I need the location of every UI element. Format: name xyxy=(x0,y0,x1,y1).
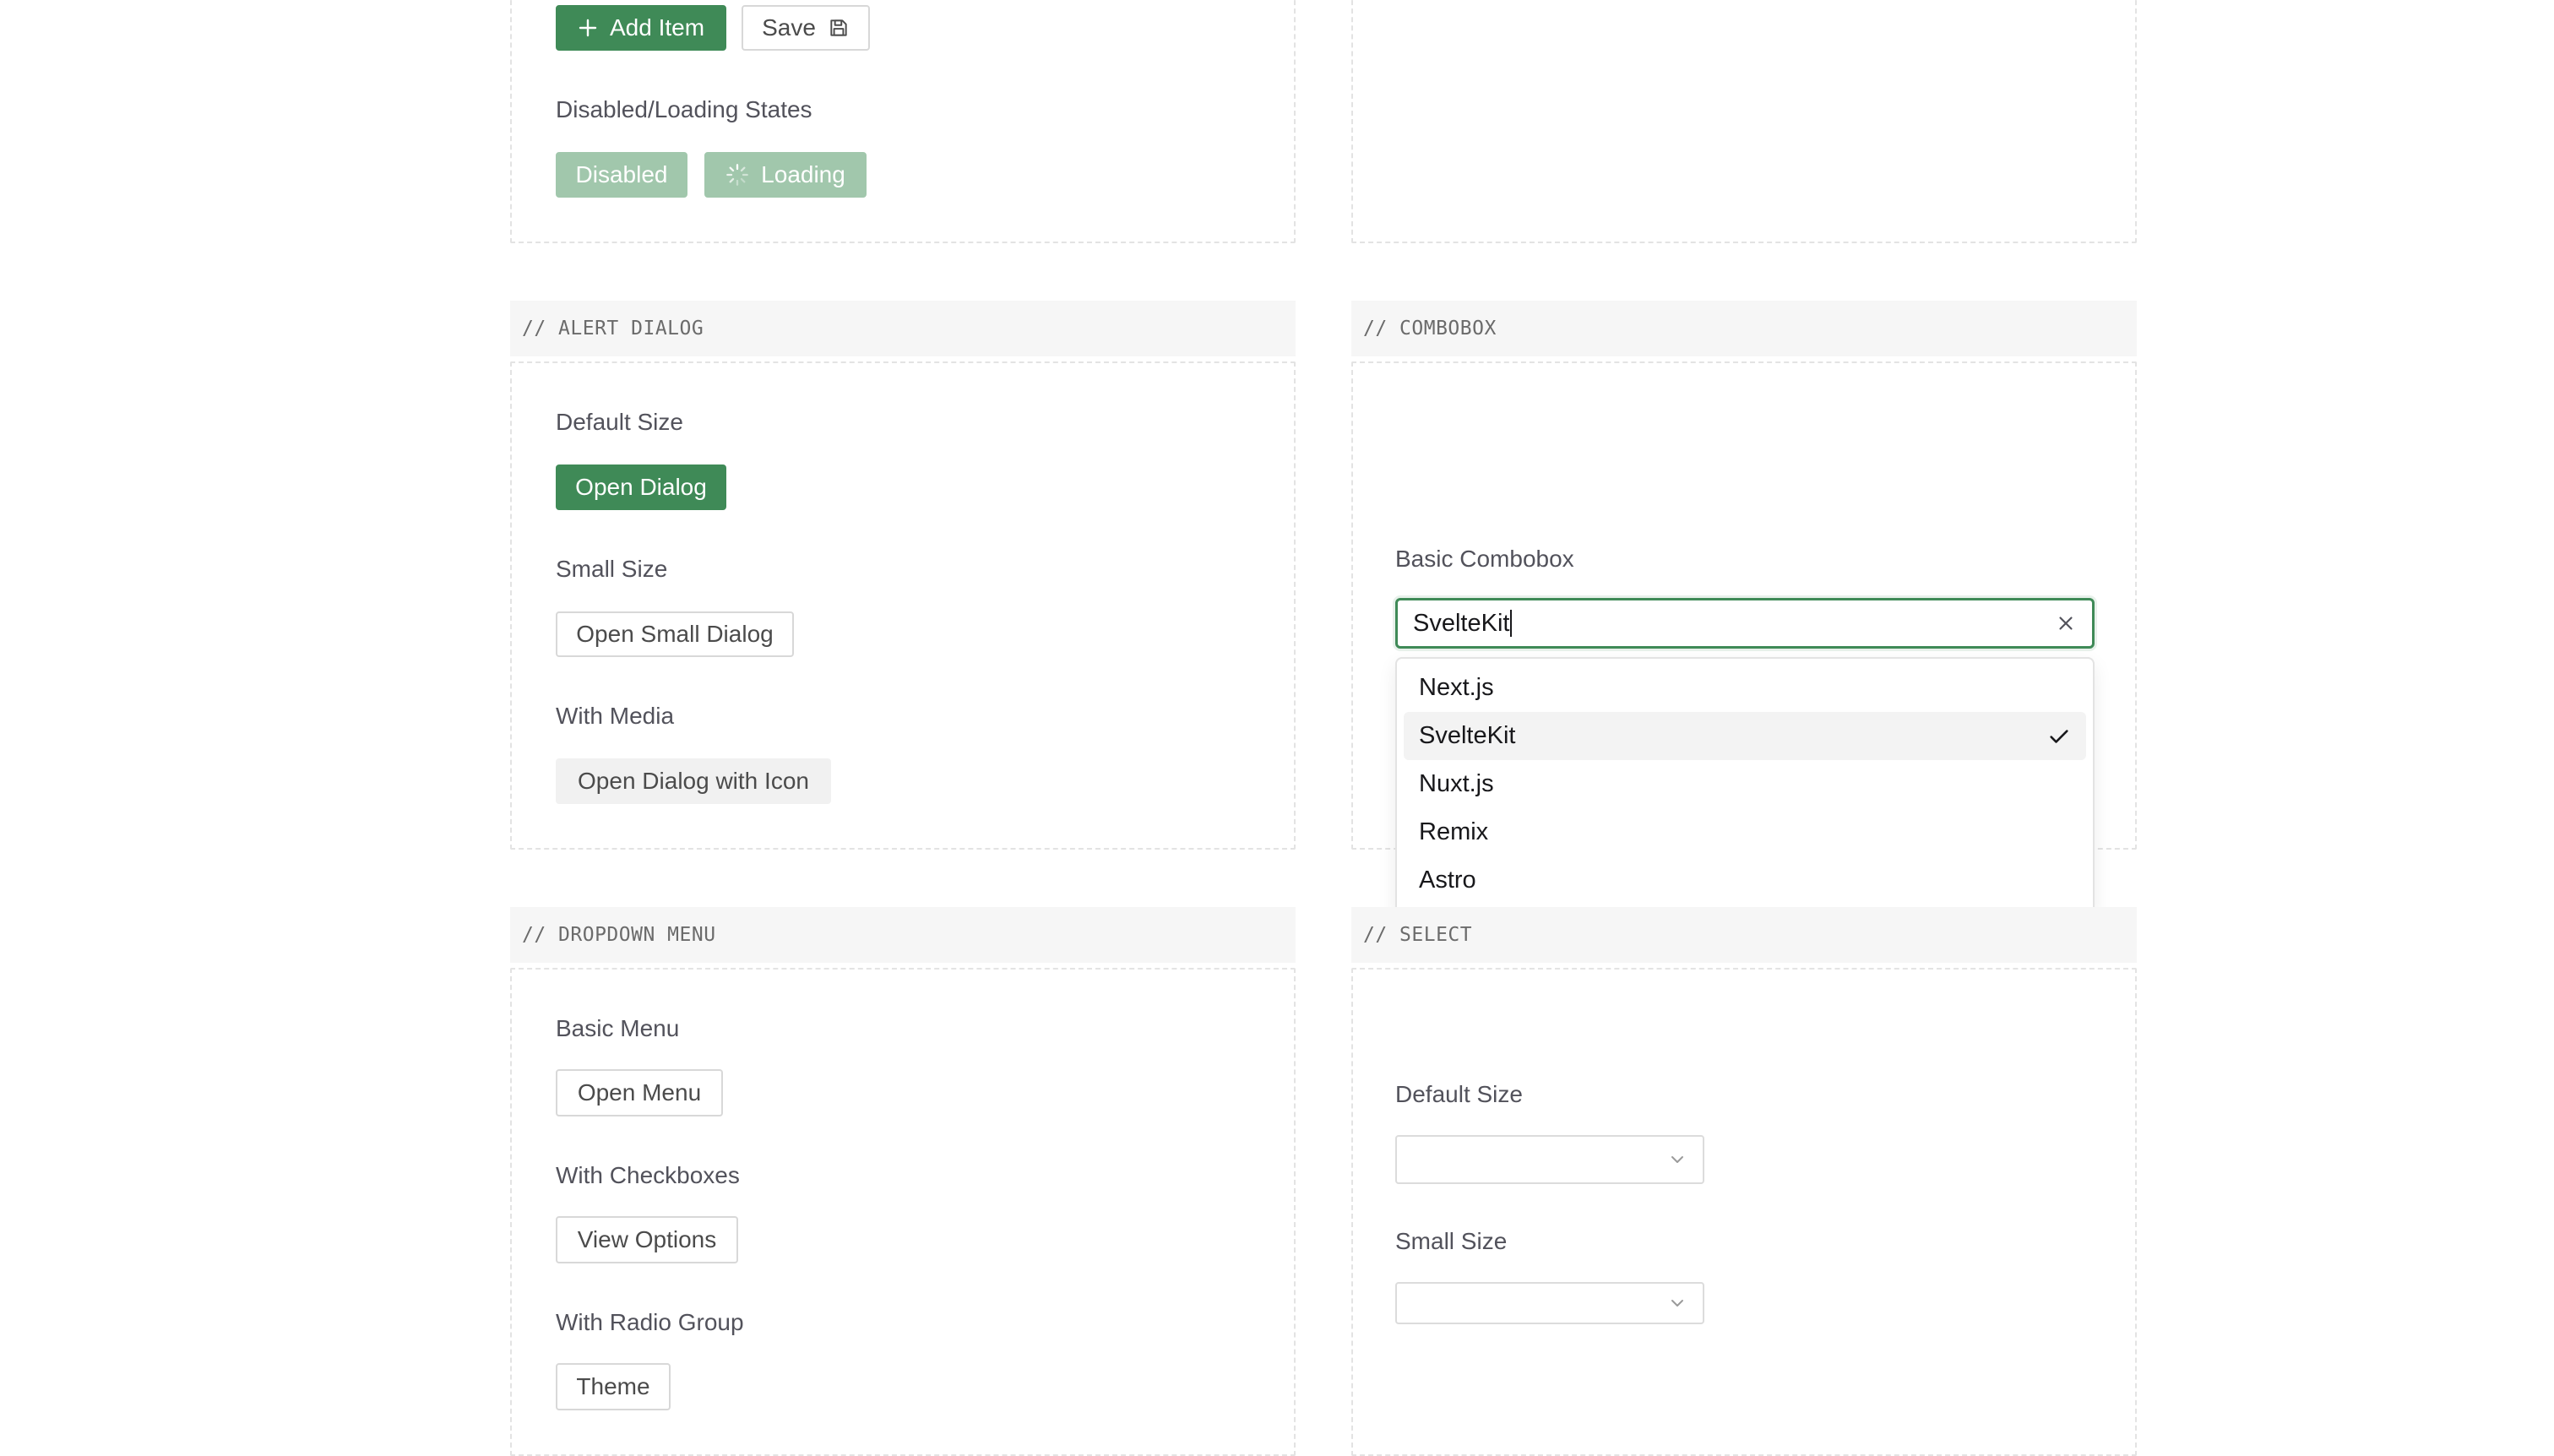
dropdown-menu-header: // DROPDOWN MENU xyxy=(510,907,1296,963)
chevron-down-icon xyxy=(1667,1293,1687,1313)
plus-icon xyxy=(578,18,598,38)
top-right-panel xyxy=(1351,0,2137,243)
open-dialog-with-icon-button[interactable]: Open Dialog with Icon xyxy=(556,758,831,804)
loading-label: Loading xyxy=(761,161,845,187)
small-select[interactable] xyxy=(1395,1282,1704,1324)
alert-small-size-label: Small Size xyxy=(556,556,668,582)
disabled-loading-label: Disabled/Loading States xyxy=(556,96,812,122)
view-options-button[interactable]: View Options xyxy=(556,1216,738,1263)
with-media-label: With Media xyxy=(556,703,675,729)
open-dialog-with-icon-label: Open Dialog with Icon xyxy=(578,768,809,794)
select-header: // SELECT xyxy=(1351,907,2137,963)
check-icon xyxy=(2047,725,2071,748)
option-label: Remix xyxy=(1419,818,1489,845)
combobox-option[interactable]: SvelteKit xyxy=(1404,712,2086,760)
open-menu-label: Open Menu xyxy=(577,1079,702,1106)
combobox-listbox: Next.js SvelteKit Nuxt.js Remix Astro xyxy=(1395,657,2095,919)
option-label: Nuxt.js xyxy=(1419,770,1494,797)
disabled-label: Disabled xyxy=(575,161,668,187)
with-checkboxes-label: With Checkboxes xyxy=(556,1162,740,1188)
theme-button[interactable]: Theme xyxy=(556,1363,671,1410)
combobox-input-value: SvelteKit xyxy=(1413,609,1510,637)
add-item-label: Add Item xyxy=(609,14,705,41)
with-radio-group-label: With Radio Group xyxy=(556,1309,744,1335)
alert-dialog-header: // ALERT DIALOG xyxy=(510,301,1296,356)
combobox-option[interactable]: Nuxt.js xyxy=(1404,760,2086,808)
clear-icon[interactable] xyxy=(2055,612,2077,634)
chevron-down-icon xyxy=(1667,1149,1687,1170)
loading-button: Loading xyxy=(704,152,867,198)
add-item-button[interactable]: Add Item xyxy=(556,5,726,51)
select-panel xyxy=(1351,968,2137,1456)
open-dialog-label: Open Dialog xyxy=(575,474,707,500)
theme-label: Theme xyxy=(576,1373,650,1399)
option-label: Astro xyxy=(1419,867,1476,894)
combobox-option[interactable]: Next.js xyxy=(1404,664,2086,712)
default-select[interactable] xyxy=(1395,1135,1704,1184)
open-small-dialog-button[interactable]: Open Small Dialog xyxy=(556,611,794,657)
disabled-button: Disabled xyxy=(556,152,687,198)
basic-menu-label: Basic Menu xyxy=(556,1015,680,1041)
combobox-option[interactable]: Remix xyxy=(1404,808,2086,856)
combobox-option[interactable]: Astro xyxy=(1404,856,2086,905)
spinner-icon xyxy=(725,163,749,187)
open-dialog-button[interactable]: Open Dialog xyxy=(556,465,726,510)
select-small-size-label: Small Size xyxy=(1395,1228,1508,1254)
text-caret xyxy=(1510,610,1513,637)
select-default-size-label: Default Size xyxy=(1395,1081,1523,1107)
combobox-input[interactable]: SvelteKit xyxy=(1395,598,2095,649)
option-label: SvelteKit xyxy=(1419,722,1516,749)
save-button[interactable]: Save xyxy=(742,5,870,51)
alert-default-size-label: Default Size xyxy=(556,409,683,435)
open-small-dialog-label: Open Small Dialog xyxy=(576,621,774,647)
view-options-label: View Options xyxy=(577,1226,717,1252)
open-menu-button[interactable]: Open Menu xyxy=(556,1069,723,1116)
floppy-disk-icon xyxy=(828,17,850,39)
save-label: Save xyxy=(762,14,816,41)
option-label: Next.js xyxy=(1419,674,1494,701)
combobox-header: // COMBOBOX xyxy=(1351,301,2137,356)
basic-combobox-label: Basic Combobox xyxy=(1395,546,1574,572)
